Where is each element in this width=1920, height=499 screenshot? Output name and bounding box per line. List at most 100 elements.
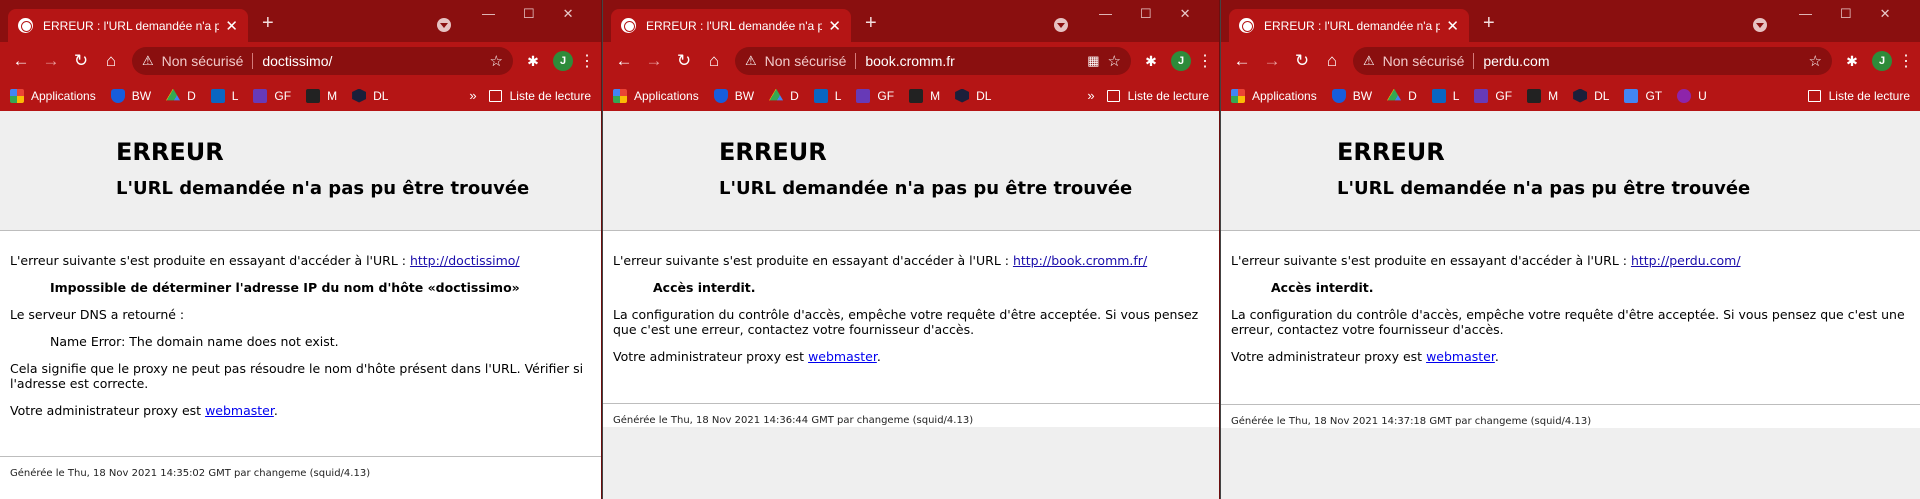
bookmark-applications[interactable]: Applications xyxy=(613,88,699,103)
maximize-icon[interactable]: ☐ xyxy=(523,6,535,22)
url-text[interactable]: book.cromm.fr xyxy=(865,53,1081,69)
avatar[interactable]: J xyxy=(1171,51,1191,71)
new-tab-button[interactable]: + xyxy=(865,12,877,35)
kebab-menu-icon[interactable]: ⋮ xyxy=(579,51,595,71)
error-url-link[interactable]: http://book.cromm.fr/ xyxy=(1013,253,1147,268)
tab-search-icon[interactable] xyxy=(437,18,451,32)
minimize-icon[interactable]: — xyxy=(482,6,495,22)
maximize-icon[interactable]: ☐ xyxy=(1140,6,1152,22)
bookmark-d[interactable]: D xyxy=(166,88,196,103)
close-window-icon[interactable]: ✕ xyxy=(1880,6,1891,22)
tab-active[interactable]: ERREUR : l'URL demandée n'a pas p ✕ xyxy=(611,9,851,42)
browser-window-2: ERREUR : l'URL demandée n'a pas p ✕ + — … xyxy=(602,0,1219,499)
close-tab-icon[interactable]: ✕ xyxy=(1446,17,1459,35)
forward-arrow-icon[interactable]: → xyxy=(639,51,669,71)
home-icon[interactable]: ⌂ xyxy=(1317,51,1347,71)
back-arrow-icon[interactable]: ← xyxy=(6,51,36,71)
error-url-link[interactable]: http://doctissimo/ xyxy=(410,253,520,268)
forms-icon xyxy=(1474,88,1489,103)
close-tab-icon[interactable]: ✕ xyxy=(225,17,238,35)
page-header: ERREUR L'URL demandée n'a pas pu être tr… xyxy=(1221,111,1920,231)
reload-icon[interactable]: ↻ xyxy=(1287,51,1317,71)
qr-code-icon[interactable]: ▦ xyxy=(1087,53,1099,69)
back-arrow-icon[interactable]: ← xyxy=(1227,51,1257,71)
bookmark-m[interactable]: M xyxy=(306,88,337,103)
home-icon[interactable]: ⌂ xyxy=(699,51,729,71)
intro-text: L'erreur suivante s'est produite en essa… xyxy=(1231,253,1627,268)
avatar[interactable]: J xyxy=(1872,51,1892,71)
reading-list-button[interactable]: Liste de lecture xyxy=(1807,89,1910,103)
bookmark-gf[interactable]: GF xyxy=(1474,88,1512,103)
reload-icon[interactable]: ↻ xyxy=(669,51,699,71)
bookmark-star-icon[interactable]: ☆ xyxy=(490,52,503,70)
bookmark-dl[interactable]: DL xyxy=(352,88,388,103)
url-text[interactable]: perdu.com xyxy=(1483,53,1800,69)
home-icon[interactable]: ⌂ xyxy=(96,51,126,71)
more-bookmarks-icon[interactable]: » xyxy=(1087,88,1094,103)
webmaster-link[interactable]: webmaster xyxy=(1426,349,1495,364)
dl-icon xyxy=(955,88,970,103)
address-bar[interactable]: ⚠ Non sécurisé book.cromm.fr ▦ ☆ xyxy=(735,47,1131,75)
bookmark-applications[interactable]: Applications xyxy=(10,88,96,103)
bookmark-bw[interactable]: BW xyxy=(110,88,151,103)
bookmark-l[interactable]: L xyxy=(1431,88,1459,103)
bookmark-l[interactable]: L xyxy=(210,88,238,103)
tab-search-icon[interactable] xyxy=(1054,18,1068,32)
avatar[interactable]: J xyxy=(553,51,573,71)
bookmark-m[interactable]: M xyxy=(1527,88,1558,103)
tab-active[interactable]: ERREUR : l'URL demandée n'a pas pu ✕ xyxy=(8,9,248,42)
bookmark-dl[interactable]: DL xyxy=(1573,88,1609,103)
extensions-icon[interactable]: ✱ xyxy=(519,53,547,70)
error-url-link[interactable]: http://perdu.com/ xyxy=(1631,253,1741,268)
bookmark-label: D xyxy=(1408,88,1417,103)
bookmark-m[interactable]: M xyxy=(909,88,940,103)
bookmark-label: DL xyxy=(976,88,992,103)
reading-list-button[interactable]: Liste de lecture xyxy=(488,89,591,103)
bookmark-bw[interactable]: BW xyxy=(1331,88,1372,103)
maximize-icon[interactable]: ☐ xyxy=(1840,6,1852,22)
bookmark-d[interactable]: D xyxy=(1387,88,1417,103)
warning-icon[interactable]: ⚠ xyxy=(745,53,757,69)
bookmark-star-icon[interactable]: ☆ xyxy=(1108,52,1121,70)
bookmark-u[interactable]: U xyxy=(1677,88,1707,103)
reload-icon[interactable]: ↻ xyxy=(66,51,96,71)
webmaster-link[interactable]: webmaster xyxy=(205,403,274,418)
address-bar[interactable]: ⚠ Non sécurisé doctissimo/ ☆ xyxy=(132,47,513,75)
back-arrow-icon[interactable]: ← xyxy=(609,51,639,71)
bookmark-bw[interactable]: BW xyxy=(713,88,754,103)
bookmark-applications[interactable]: Applications xyxy=(1231,88,1317,103)
minimize-icon[interactable]: — xyxy=(1799,6,1812,22)
new-tab-button[interactable]: + xyxy=(1483,12,1495,35)
page-bottom-fill xyxy=(603,427,1219,499)
new-tab-button[interactable]: + xyxy=(262,12,274,35)
kebab-menu-icon[interactable]: ⋮ xyxy=(1197,51,1213,71)
page-subtitle: L'URL demandée n'a pas pu être trouvée xyxy=(116,178,530,199)
close-tab-icon[interactable]: ✕ xyxy=(828,17,841,35)
close-window-icon[interactable]: ✕ xyxy=(1180,6,1191,22)
forward-arrow-icon[interactable]: → xyxy=(36,51,66,71)
tab-active[interactable]: ERREUR : l'URL demandée n'a pas p ✕ xyxy=(1229,9,1469,42)
webmaster-link[interactable]: webmaster xyxy=(808,349,877,364)
bookmark-gf[interactable]: GF xyxy=(253,88,291,103)
minimize-icon[interactable]: — xyxy=(1099,6,1112,22)
url-text[interactable]: doctissimo/ xyxy=(262,53,481,69)
extensions-icon[interactable]: ✱ xyxy=(1838,53,1866,70)
address-bar[interactable]: ⚠ Non sécurisé perdu.com ☆ xyxy=(1353,47,1832,75)
bookmark-dl[interactable]: DL xyxy=(955,88,992,103)
bookmark-l[interactable]: L xyxy=(813,88,841,103)
forward-arrow-icon[interactable]: → xyxy=(1257,51,1287,71)
more-bookmarks-icon[interactable]: » xyxy=(469,88,476,103)
warning-icon[interactable]: ⚠ xyxy=(142,53,154,69)
extensions-icon[interactable]: ✱ xyxy=(1137,53,1165,70)
bookmark-d[interactable]: D xyxy=(769,88,799,103)
bookmark-gt[interactable]: GT xyxy=(1624,88,1662,103)
bookmark-star-icon[interactable]: ☆ xyxy=(1809,52,1822,70)
bookmarks-bar: Applications BW D L GF M DL GT U Liste d… xyxy=(1221,80,1920,111)
kebab-menu-icon[interactable]: ⋮ xyxy=(1898,51,1914,71)
close-window-icon[interactable]: ✕ xyxy=(563,6,574,22)
reading-list-button[interactable]: Liste de lecture xyxy=(1106,89,1209,103)
warning-icon[interactable]: ⚠ xyxy=(1363,53,1375,69)
page-title: ERREUR xyxy=(719,138,827,166)
bookmark-gf[interactable]: GF xyxy=(856,88,894,103)
tab-search-icon[interactable] xyxy=(1753,18,1767,32)
